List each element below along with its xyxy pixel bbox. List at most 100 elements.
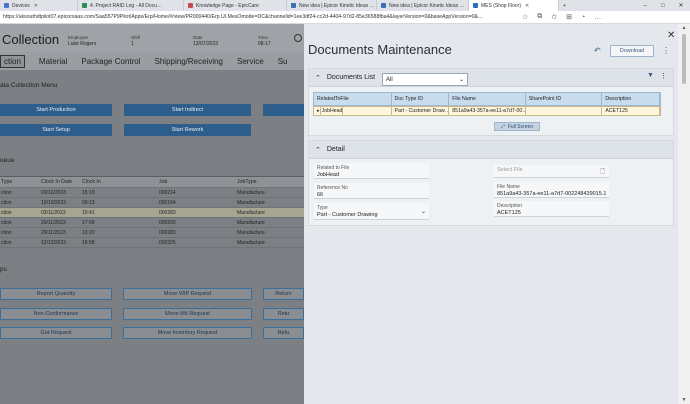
reference-no-field[interactable]: Reference No 66 — [314, 183, 429, 199]
documents-list-header[interactable]: ⌃ Documents List — [309, 69, 673, 87]
cell-date: 29/11/2023 — [41, 229, 66, 236]
nav-tab-production[interactable]: ction — [0, 54, 25, 68]
related-to-file-field[interactable]: Related to File JobHead — [314, 163, 429, 179]
favorites-icon[interactable]: ✩ — [551, 13, 557, 21]
column-header[interactable]: File Name — [449, 93, 526, 105]
scroll-up-icon[interactable]: ▲ — [678, 25, 690, 31]
detail-header[interactable]: ⌃ Detail — [309, 141, 673, 159]
nav-tab-service[interactable]: Service — [237, 57, 264, 66]
maximize-button[interactable]: □ — [654, 3, 672, 9]
browser-tab-active[interactable]: MES (Shop Floor) ✕ — [469, 0, 559, 11]
cell-date: 19/10/2023 — [41, 199, 67, 206]
move-inventory-request-button[interactable]: Move Inventory Request — [123, 327, 252, 339]
menu-button-3[interactable] — [263, 104, 304, 116]
steps-title: ps — [0, 266, 7, 273]
column-header[interactable]: Description — [602, 93, 661, 105]
chevron-down-icon: ⌄ — [458, 77, 464, 83]
clock-icon[interactable] — [294, 34, 302, 42]
download-button[interactable]: Download — [610, 45, 654, 57]
full-screen-button[interactable]: ⤢ Full Screen — [494, 122, 540, 131]
cell-type: ction — [1, 189, 12, 196]
extensions-icon[interactable]: ⧉ — [537, 13, 542, 21]
table-row[interactable]: ction 03/10/2023 15:19 000214 Manufactur… — [0, 188, 304, 198]
start-rework-button[interactable]: Start Rework — [124, 124, 251, 136]
employee-info: Employee Luke Rogers — [68, 35, 96, 47]
menu-title: ata Collection Menu — [0, 82, 58, 89]
tab-favicon-icon — [381, 3, 386, 8]
table-row[interactable]: ction 19/10/2023 09:13 000164 Manufactur… — [0, 198, 304, 208]
table-row-selected[interactable]: ction 03/11/2023 10:41 000283 Manufactur… — [0, 208, 304, 218]
chevron-up-icon[interactable]: ⌃ — [315, 146, 321, 154]
close-tab-icon[interactable]: ✕ — [525, 3, 529, 9]
url-text[interactable]: https://uksouthdtpilot07.epicorsaas.com/… — [3, 14, 513, 20]
file-upload-icon[interactable]: 🗋 — [600, 167, 605, 177]
file-name-field[interactable]: File Name 851a9a43-357a-ee11-a7d7-002248… — [494, 182, 609, 198]
undo-icon[interactable]: ↶ — [594, 46, 601, 55]
nav-tab-package-control[interactable]: Package Control — [81, 57, 140, 66]
return-button-2[interactable]: Retu — [263, 308, 304, 320]
table-row[interactable]: ▸ JobHead Part - Customer Draw… 851a9a43-… — [313, 106, 661, 116]
cell-job-type: Manufacture — [237, 219, 265, 226]
more-icon[interactable]: … — [594, 14, 601, 21]
start-setup-button[interactable]: Start Setup — [0, 124, 112, 136]
profile-icon[interactable]: ◔ — [581, 14, 585, 21]
return-button-3[interactable]: Retu — [263, 327, 304, 339]
nav-tab-shipping[interactable]: Shipping/Receiving — [155, 57, 224, 66]
non-conformance-button[interactable]: Non-Conformance — [0, 308, 112, 320]
address-bar[interactable]: https://uksouthdtpilot07.epicorsaas.com/… — [0, 11, 690, 24]
filter-icon[interactable]: ▼ — [647, 72, 654, 79]
browser-tab[interactable]: New idea | Epicor Kinetic Ideas … — [377, 0, 469, 11]
more-options-icon[interactable]: ⋮ — [660, 72, 667, 80]
close-icon[interactable]: ✕ — [667, 30, 675, 41]
type-select[interactable]: Type Part - Customer Drawing ⌄ — [314, 203, 429, 220]
close-window-button[interactable]: ✕ — [672, 2, 690, 9]
table-row[interactable]: ction 29/11/2023 13:20 000283 Manufactur… — [0, 228, 304, 238]
page-scrollbar[interactable]: ▲ ▼ — [678, 24, 690, 404]
chevron-up-icon[interactable]: ⌃ — [315, 74, 321, 82]
get-request-button[interactable]: Get Request — [0, 327, 112, 339]
column-header[interactable]: RelatedToFile — [314, 93, 392, 105]
column-header[interactable]: Job — [158, 179, 236, 185]
start-indirect-button[interactable]: Start Indirect — [124, 104, 251, 116]
select-file-field[interactable]: Select File 🗋 — [494, 165, 609, 178]
nav-tab-material[interactable]: Material — [39, 57, 67, 66]
column-header[interactable]: Type — [0, 179, 40, 185]
scroll-thumb[interactable] — [682, 34, 686, 84]
column-header[interactable]: SharePoint ID — [526, 93, 603, 105]
move-mtl-request-button[interactable]: Move MtI Request — [123, 308, 252, 320]
browser-tab[interactable]: New idea | Epicor Kinetic Ideas … — [287, 0, 377, 11]
column-header[interactable]: Doc Type ID — [392, 93, 450, 105]
return-button[interactable]: Return — [263, 288, 304, 300]
nav-tab-su[interactable]: Su — [278, 57, 288, 66]
time-info: Time 08:17 — [258, 35, 271, 47]
documents-filter-select[interactable]: All ⌄ — [382, 73, 468, 86]
column-header[interactable]: JobType — [236, 179, 304, 185]
shift-info: Shift 1 — [131, 35, 140, 47]
shift-value: 1 — [131, 41, 134, 47]
browser-tab[interactable]: Devices ✕ — [0, 0, 78, 11]
browser-tab[interactable]: 4. Project RAID Log - All Docu… — [78, 0, 184, 11]
new-tab-button[interactable]: + — [559, 0, 570, 11]
report-quantity-button[interactable]: Report Quantity — [0, 288, 112, 300]
field-value: 66 — [317, 192, 324, 198]
column-header[interactable]: Clock In Date — [40, 179, 81, 185]
tab-label: MES (Shop Floor) — [481, 2, 522, 9]
start-production-button[interactable]: Start Production — [0, 104, 112, 116]
table-row[interactable]: ction 20/11/2023 17:09 000293 Manufactur… — [0, 218, 304, 228]
star-icon[interactable]: ☆ — [522, 13, 528, 21]
description-field[interactable]: Description ACET125 — [494, 201, 609, 217]
scroll-down-icon[interactable]: ▼ — [678, 397, 690, 403]
collections-icon[interactable]: ⊞ — [566, 13, 572, 21]
column-header[interactable]: Clock In — [81, 179, 158, 185]
more-options-icon[interactable]: ⋮ — [662, 46, 670, 55]
documents-maintenance-panel: ✕ Documents Maintenance ↶ Download ⋮ ⌃ D… — [304, 24, 678, 404]
cell-job-type: Manufacture — [237, 209, 265, 216]
minimize-button[interactable]: – — [636, 3, 654, 9]
move-wip-request-button[interactable]: Move WIP Request — [123, 288, 252, 300]
cell-type: ction — [1, 219, 12, 226]
close-tab-icon[interactable]: ✕ — [34, 3, 38, 9]
table-row[interactable]: ction 12/12/2023 16:58 000325 Manufactur… — [0, 238, 304, 248]
browser-tab-bar: Devices ✕ 4. Project RAID Log - All Docu… — [0, 0, 690, 11]
browser-tab[interactable]: Knowledge Page - EpicCare — [184, 0, 287, 11]
date-label: Date — [193, 35, 203, 40]
